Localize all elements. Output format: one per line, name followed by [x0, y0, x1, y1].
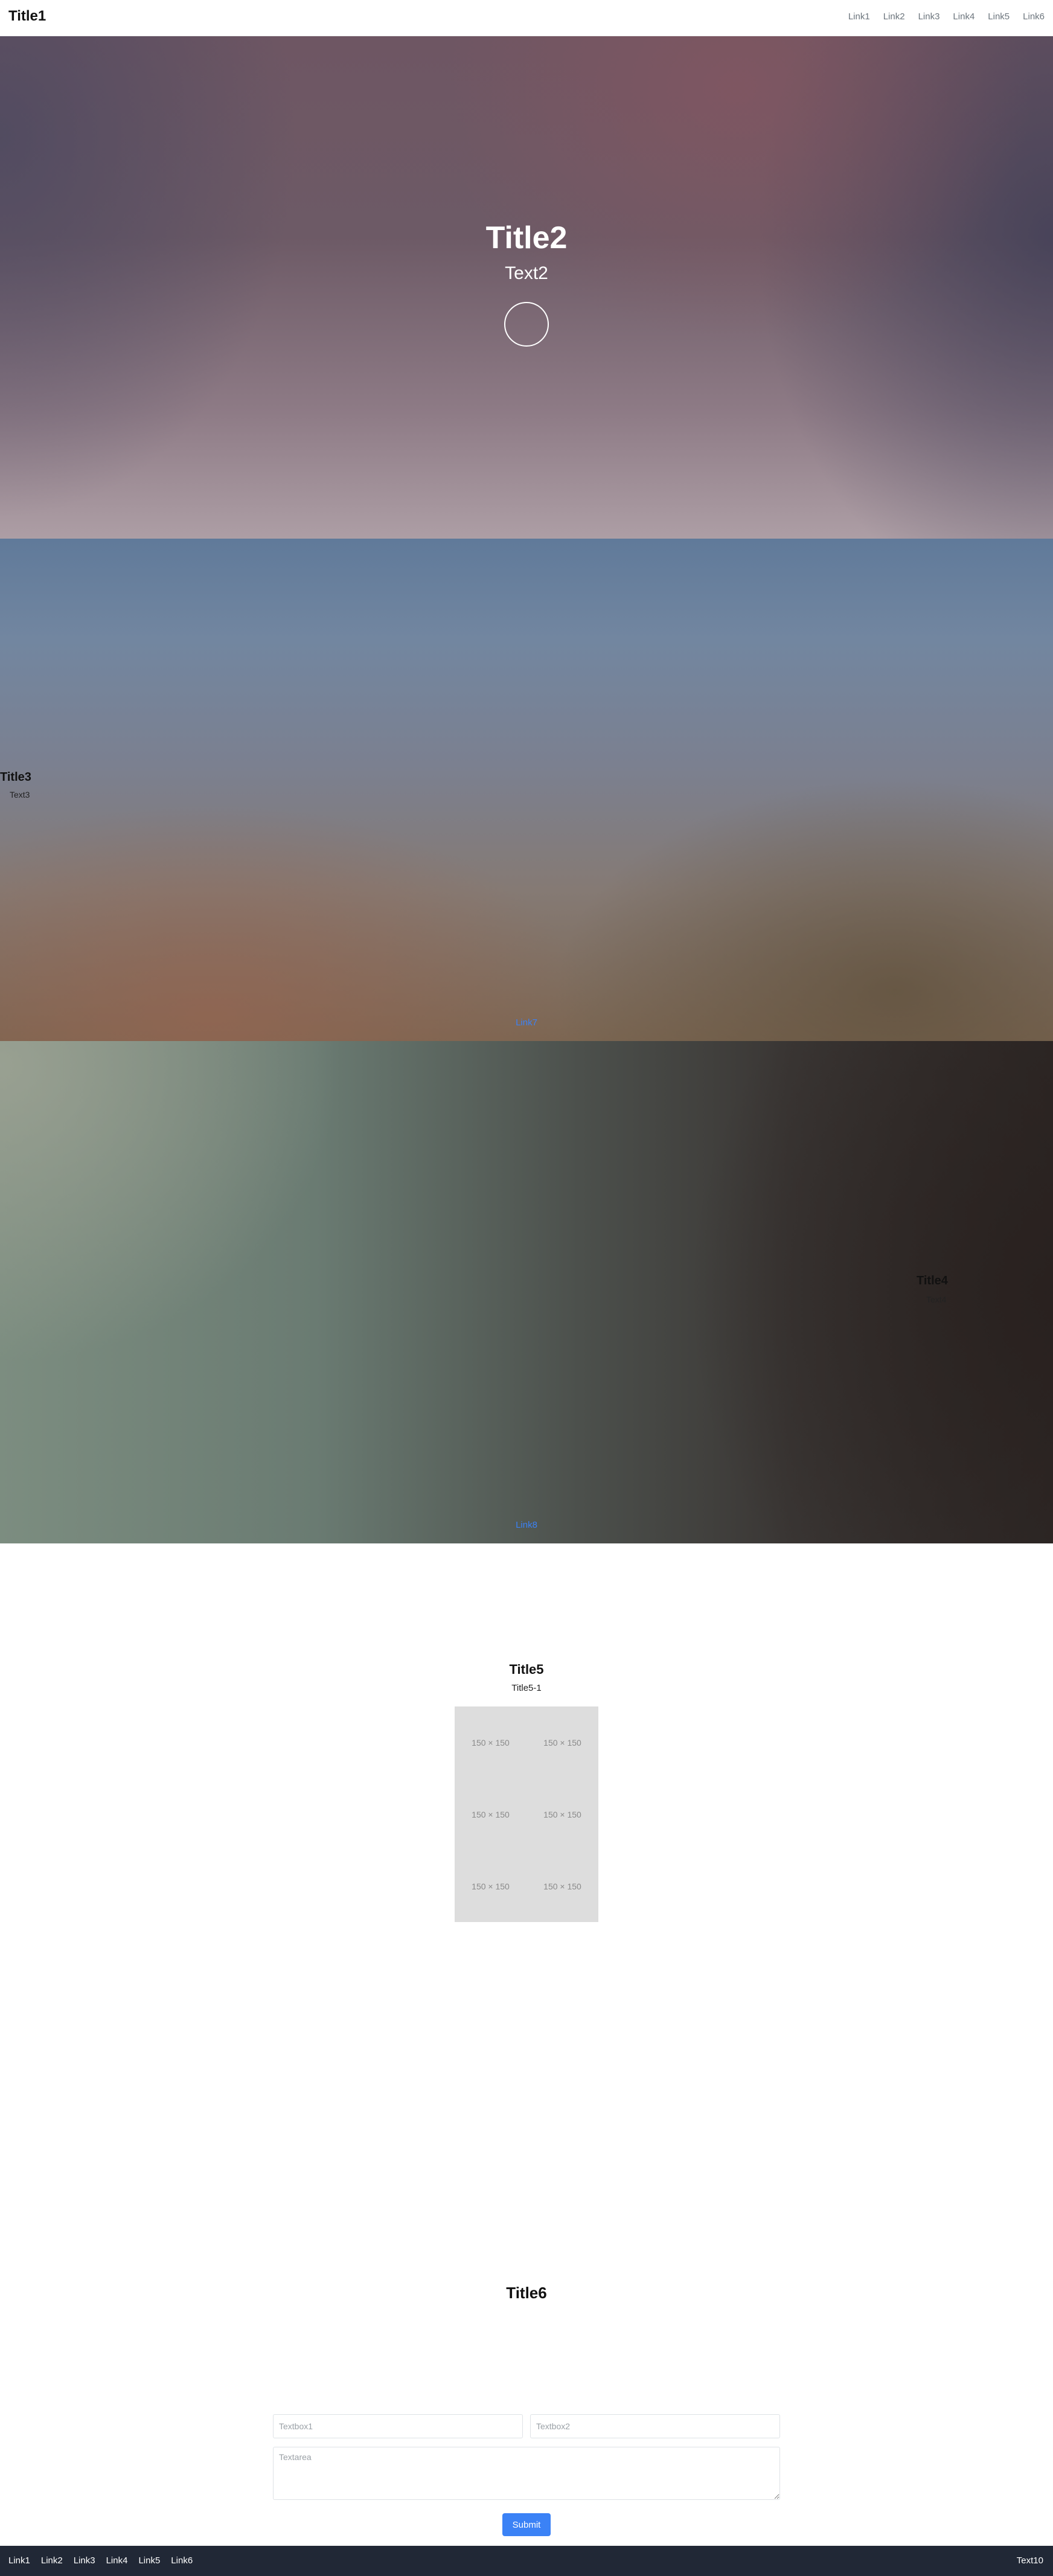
hero-section: Title2 Text2	[0, 36, 1053, 539]
gallery-title: Title5	[509, 1662, 544, 1677]
footer-link-2[interactable]: Link2	[41, 2555, 63, 2566]
footer-text: Text10	[1016, 2555, 1043, 2566]
submit-button[interactable]: Submit	[502, 2513, 551, 2536]
nav-links: Link1 Link2 Link3 Link4 Link5 Link6	[848, 11, 1045, 22]
footer-link-1[interactable]: Link1	[8, 2555, 30, 2566]
section-link[interactable]: Link7	[0, 1017, 1053, 1028]
top-navbar: Title1 Link1 Link2 Link3 Link4 Link5 Lin…	[0, 0, 1053, 36]
nav-link-6[interactable]: Link6	[1023, 11, 1045, 22]
placeholder-image: 150 × 150	[543, 1737, 581, 1748]
site-title[interactable]: Title1	[8, 8, 46, 25]
footer-links: Link1 Link2 Link3 Link4 Link5 Link6	[8, 2555, 193, 2566]
hero-text: Text2	[505, 263, 548, 283]
gallery-subtitle: Title5-1	[511, 1683, 542, 1693]
footer: Link1 Link2 Link3 Link4 Link5 Link6 Text…	[0, 2546, 1053, 2576]
nav-link-5[interactable]: Link5	[988, 11, 1010, 22]
nav-link-4[interactable]: Link4	[953, 11, 975, 22]
hero-title: Title2	[485, 220, 568, 255]
nav-link-2[interactable]: Link2	[883, 11, 905, 22]
section-link[interactable]: Link8	[0, 1520, 1053, 1530]
nav-link-1[interactable]: Link1	[848, 11, 870, 22]
section-text: Text3	[10, 790, 30, 799]
image-grid: 150 × 150 150 × 150 150 × 150 150 × 150 …	[455, 1706, 598, 1922]
message-textarea[interactable]	[273, 2447, 780, 2500]
contact-title: Title6	[506, 2284, 547, 2302]
feature-section-2: Title4 Text4 Link8	[0, 1041, 1053, 1543]
placeholder-image: 150 × 150	[543, 1809, 581, 1819]
section-title: Title3	[0, 771, 31, 784]
footer-link-6[interactable]: Link6	[171, 2555, 193, 2566]
footer-link-5[interactable]: Link5	[138, 2555, 160, 2566]
section-title: Title4	[917, 1274, 948, 1287]
footer-link-4[interactable]: Link4	[106, 2555, 128, 2566]
section-text: Text4	[926, 1295, 947, 1304]
textbox1-input[interactable]	[273, 2414, 523, 2438]
footer-link-3[interactable]: Link3	[74, 2555, 95, 2566]
placeholder-image: 150 × 150	[472, 1809, 510, 1819]
placeholder-image: 150 × 150	[472, 1881, 510, 1891]
scroll-down-circle-icon[interactable]	[504, 302, 549, 347]
textbox2-input[interactable]	[530, 2414, 780, 2438]
feature-section-1: Title3 Text3 Link7	[0, 539, 1053, 1041]
placeholder-image: 150 × 150	[472, 1737, 510, 1748]
nav-link-3[interactable]: Link3	[918, 11, 940, 22]
placeholder-image: 150 × 150	[543, 1881, 581, 1891]
